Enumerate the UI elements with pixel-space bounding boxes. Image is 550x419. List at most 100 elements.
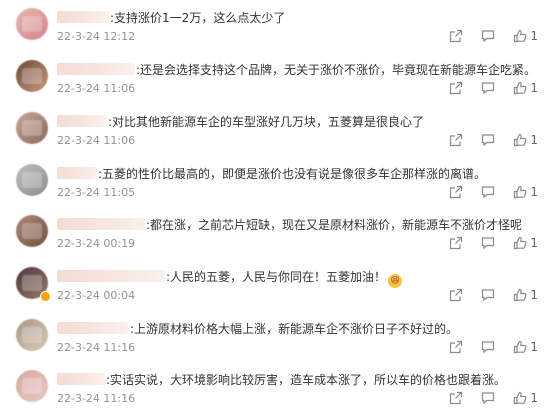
username-blurred[interactable] [57,373,105,385]
avatar[interactable] [16,215,48,247]
comment-text: 支持涨价1一2万，这么点太少了 [114,11,286,25]
share-icon [450,29,463,43]
like-button[interactable]: 1 [513,340,538,354]
share-button[interactable] [449,236,463,250]
username-blurred[interactable] [57,63,135,75]
thumbs-up-icon [514,133,527,147]
comment-icon [482,392,495,405]
like-count: 1 [530,288,538,302]
avatar[interactable] [16,370,48,402]
share-icon [450,340,463,354]
like-count: 1 [530,391,538,405]
share-icon [450,81,463,95]
reply-button[interactable] [481,185,495,199]
username-blurred[interactable] [57,270,165,282]
thumbs-up-icon [514,288,527,302]
thumbs-up-icon [514,185,527,199]
comment-actions: 1 [431,131,538,149]
reply-button[interactable] [481,133,495,147]
share-button[interactable] [449,29,463,43]
comment-text-line: :对比其他新能源车企的车型涨好几万块，五菱算是很良心了 [57,114,424,130]
comment-icon [482,186,495,199]
comment-icon [482,289,495,302]
comment-time: 22-3-24 12:12 [57,30,136,43]
comment-page: { "comments": [ {"text": "支持涨价1一2万，这么点太少… [0,0,550,419]
share-button[interactable] [449,391,463,405]
share-icon [450,133,463,147]
reply-button[interactable] [481,340,495,354]
reply-button[interactable] [481,288,495,302]
comment-actions: 1 [431,286,538,304]
like-count: 1 [530,340,538,354]
comment-icon [482,30,495,43]
reply-button[interactable] [481,236,495,250]
share-button[interactable] [449,340,463,354]
comment-actions: 1 [431,183,538,201]
like-button[interactable]: 1 [513,236,538,250]
username-blurred[interactable] [57,167,97,179]
comment-icon [482,341,495,354]
thumbs-up-icon [514,340,527,354]
reply-button[interactable] [481,391,495,405]
share-button[interactable] [449,81,463,95]
comment-actions: 1 [431,79,538,97]
share-icon [450,185,463,199]
avatar[interactable] [16,60,48,92]
comment-time: 22-3-24 11:16 [57,392,136,405]
comment-actions: 1 [431,234,538,252]
username-blurred[interactable] [57,115,107,127]
username-blurred[interactable] [57,322,129,334]
like-button[interactable]: 1 [513,288,538,302]
share-icon [450,288,463,302]
comment-text: 人民的五菱，人民与你同在！五菱加油！ [170,270,387,284]
like-button[interactable]: 1 [513,133,538,147]
comment-text-line: :实话实说，大环境影响比较厉害，造车成本涨了，所以车的价格也跟着涨。 [57,372,506,388]
share-button[interactable] [449,288,463,302]
reply-button[interactable] [481,81,495,95]
avatar[interactable] [16,112,48,144]
like-button[interactable]: 1 [513,185,538,199]
verified-badge-icon [40,291,51,302]
share-button[interactable] [449,185,463,199]
like-count: 1 [530,185,538,199]
comment-text: 五菱的性价比最高的，即便是涨价也没有说是像很多车企那样涨的离谱。 [102,167,487,181]
comment-item: :对比其他新能源车企的车型涨好几万块，五菱算是很良心了 22-3-24 11:0… [0,108,550,160]
comment-item: :都在涨，之前芯片短缺，现在又是原材料涨价，新能源车不涨价才怪呢 22-3-24… [0,211,550,263]
username-blurred[interactable] [57,218,145,230]
comment-text-line: :支持涨价1一2万，这么点太少了 [57,10,285,26]
comment-text-line: :都在涨，之前芯片短缺，现在又是原材料涨价，新能源车不涨价才怪呢 [57,217,522,233]
share-button[interactable] [449,133,463,147]
reply-button[interactable] [481,29,495,43]
thumbs-up-icon [514,81,527,95]
thumbs-up-icon [514,236,527,250]
comment-time: 22-3-24 11:05 [57,186,136,199]
like-count: 1 [530,236,538,250]
thumbs-up-icon [514,391,527,405]
like-button[interactable]: 1 [513,29,538,43]
comment-time: 22-3-24 11:06 [57,134,136,147]
comment-text: 还是会选择支持这个品牌，无关于涨价不涨价，毕竟现在新能源车企吃紧。 [140,63,537,77]
comment-item: :支持涨价1一2万，这么点太少了 22-3-24 12:12 1 [0,4,550,56]
comment-icon [482,237,495,250]
share-icon [450,236,463,250]
comment-actions: 1 [431,389,538,407]
avatar[interactable] [16,319,48,351]
avatar[interactable] [16,164,48,196]
comment-item: :五菱的性价比最高的，即便是涨价也没有说是像很多车企那样涨的离谱。 22-3-2… [0,160,550,212]
comment-text: 实话实说，大环境影响比较厉害，造车成本涨了，所以车的价格也跟着涨。 [110,373,507,387]
comment-item: :上游原材料价格大幅上涨，新能源车企不涨价日子不好过的。 22-3-24 11:… [0,315,550,367]
like-count: 1 [530,133,538,147]
like-button[interactable]: 1 [513,391,538,405]
comment-actions: 1 [431,338,538,356]
comment-time: 22-3-24 00:04 [57,289,136,302]
comment-text-line: :还是会选择支持这个品牌，无关于涨价不涨价，毕竟现在新能源车企吃紧。 [57,62,536,78]
username-blurred[interactable] [57,11,109,23]
comment-time: 22-3-24 11:16 [57,341,136,354]
like-count: 1 [530,29,538,43]
comment-icon [482,134,495,147]
like-count: 1 [530,81,538,95]
comment-text-line: :上游原材料价格大幅上涨，新能源车企不涨价日子不好过的。 [57,321,458,337]
like-button[interactable]: 1 [513,81,538,95]
avatar[interactable] [16,8,48,40]
comment-item: :实话实说，大环境影响比较厉害，造车成本涨了，所以车的价格也跟着涨。 22-3-… [0,366,550,418]
